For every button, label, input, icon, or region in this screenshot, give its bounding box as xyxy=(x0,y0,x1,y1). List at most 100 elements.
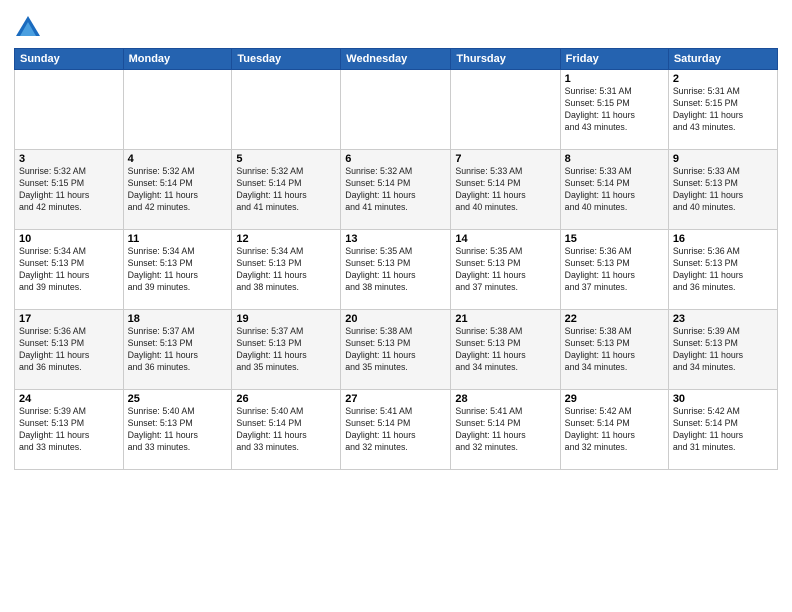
day-number: 24 xyxy=(19,393,119,405)
calendar-cell: 29Sunrise: 5:42 AM Sunset: 5:14 PM Dayli… xyxy=(560,390,668,470)
day-number: 20 xyxy=(345,313,446,325)
day-info: Sunrise: 5:31 AM Sunset: 5:15 PM Dayligh… xyxy=(565,86,664,134)
day-number: 11 xyxy=(128,233,228,245)
calendar-cell: 30Sunrise: 5:42 AM Sunset: 5:14 PM Dayli… xyxy=(668,390,777,470)
calendar-cell: 16Sunrise: 5:36 AM Sunset: 5:13 PM Dayli… xyxy=(668,230,777,310)
day-number: 8 xyxy=(565,153,664,165)
calendar-cell: 21Sunrise: 5:38 AM Sunset: 5:13 PM Dayli… xyxy=(451,310,560,390)
calendar-cell: 20Sunrise: 5:38 AM Sunset: 5:13 PM Dayli… xyxy=(341,310,451,390)
calendar-cell: 25Sunrise: 5:40 AM Sunset: 5:13 PM Dayli… xyxy=(123,390,232,470)
weekday-header-friday: Friday xyxy=(560,49,668,70)
logo xyxy=(14,14,46,42)
calendar-cell: 17Sunrise: 5:36 AM Sunset: 5:13 PM Dayli… xyxy=(15,310,124,390)
page: SundayMondayTuesdayWednesdayThursdayFrid… xyxy=(0,0,792,612)
calendar-cell: 7Sunrise: 5:33 AM Sunset: 5:14 PM Daylig… xyxy=(451,150,560,230)
day-info: Sunrise: 5:36 AM Sunset: 5:13 PM Dayligh… xyxy=(19,326,119,374)
calendar-cell: 9Sunrise: 5:33 AM Sunset: 5:13 PM Daylig… xyxy=(668,150,777,230)
day-info: Sunrise: 5:38 AM Sunset: 5:13 PM Dayligh… xyxy=(345,326,446,374)
calendar-week-5: 24Sunrise: 5:39 AM Sunset: 5:13 PM Dayli… xyxy=(15,390,778,470)
day-number: 30 xyxy=(673,393,773,405)
calendar-cell: 13Sunrise: 5:35 AM Sunset: 5:13 PM Dayli… xyxy=(341,230,451,310)
day-number: 18 xyxy=(128,313,228,325)
day-info: Sunrise: 5:38 AM Sunset: 5:13 PM Dayligh… xyxy=(565,326,664,374)
weekday-header-thursday: Thursday xyxy=(451,49,560,70)
calendar-cell: 8Sunrise: 5:33 AM Sunset: 5:14 PM Daylig… xyxy=(560,150,668,230)
day-info: Sunrise: 5:41 AM Sunset: 5:14 PM Dayligh… xyxy=(345,406,446,454)
day-number: 14 xyxy=(455,233,555,245)
calendar-cell: 18Sunrise: 5:37 AM Sunset: 5:13 PM Dayli… xyxy=(123,310,232,390)
day-info: Sunrise: 5:34 AM Sunset: 5:13 PM Dayligh… xyxy=(128,246,228,294)
day-number: 4 xyxy=(128,153,228,165)
day-number: 26 xyxy=(236,393,336,405)
day-info: Sunrise: 5:32 AM Sunset: 5:14 PM Dayligh… xyxy=(128,166,228,214)
calendar-cell: 5Sunrise: 5:32 AM Sunset: 5:14 PM Daylig… xyxy=(232,150,341,230)
calendar-cell xyxy=(123,70,232,150)
day-info: Sunrise: 5:39 AM Sunset: 5:13 PM Dayligh… xyxy=(19,406,119,454)
day-info: Sunrise: 5:33 AM Sunset: 5:14 PM Dayligh… xyxy=(455,166,555,214)
day-number: 22 xyxy=(565,313,664,325)
calendar-cell: 4Sunrise: 5:32 AM Sunset: 5:14 PM Daylig… xyxy=(123,150,232,230)
calendar-cell xyxy=(232,70,341,150)
day-info: Sunrise: 5:41 AM Sunset: 5:14 PM Dayligh… xyxy=(455,406,555,454)
day-number: 10 xyxy=(19,233,119,245)
day-info: Sunrise: 5:37 AM Sunset: 5:13 PM Dayligh… xyxy=(128,326,228,374)
day-number: 25 xyxy=(128,393,228,405)
day-number: 13 xyxy=(345,233,446,245)
calendar-cell: 22Sunrise: 5:38 AM Sunset: 5:13 PM Dayli… xyxy=(560,310,668,390)
calendar-cell: 14Sunrise: 5:35 AM Sunset: 5:13 PM Dayli… xyxy=(451,230,560,310)
day-info: Sunrise: 5:32 AM Sunset: 5:14 PM Dayligh… xyxy=(345,166,446,214)
weekday-header-monday: Monday xyxy=(123,49,232,70)
day-number: 27 xyxy=(345,393,446,405)
calendar-cell: 26Sunrise: 5:40 AM Sunset: 5:14 PM Dayli… xyxy=(232,390,341,470)
day-info: Sunrise: 5:33 AM Sunset: 5:14 PM Dayligh… xyxy=(565,166,664,214)
calendar-week-1: 1Sunrise: 5:31 AM Sunset: 5:15 PM Daylig… xyxy=(15,70,778,150)
day-info: Sunrise: 5:32 AM Sunset: 5:14 PM Dayligh… xyxy=(236,166,336,214)
day-number: 5 xyxy=(236,153,336,165)
day-info: Sunrise: 5:36 AM Sunset: 5:13 PM Dayligh… xyxy=(673,246,773,294)
day-info: Sunrise: 5:42 AM Sunset: 5:14 PM Dayligh… xyxy=(673,406,773,454)
weekday-header-saturday: Saturday xyxy=(668,49,777,70)
day-number: 17 xyxy=(19,313,119,325)
calendar-cell xyxy=(451,70,560,150)
day-info: Sunrise: 5:34 AM Sunset: 5:13 PM Dayligh… xyxy=(236,246,336,294)
day-number: 9 xyxy=(673,153,773,165)
day-info: Sunrise: 5:34 AM Sunset: 5:13 PM Dayligh… xyxy=(19,246,119,294)
day-number: 19 xyxy=(236,313,336,325)
day-info: Sunrise: 5:37 AM Sunset: 5:13 PM Dayligh… xyxy=(236,326,336,374)
day-info: Sunrise: 5:40 AM Sunset: 5:14 PM Dayligh… xyxy=(236,406,336,454)
day-number: 2 xyxy=(673,73,773,85)
day-info: Sunrise: 5:36 AM Sunset: 5:13 PM Dayligh… xyxy=(565,246,664,294)
calendar-table: SundayMondayTuesdayWednesdayThursdayFrid… xyxy=(14,48,778,470)
day-number: 12 xyxy=(236,233,336,245)
weekday-header-sunday: Sunday xyxy=(15,49,124,70)
header xyxy=(14,10,778,42)
calendar-header-row: SundayMondayTuesdayWednesdayThursdayFrid… xyxy=(15,49,778,70)
calendar-cell: 23Sunrise: 5:39 AM Sunset: 5:13 PM Dayli… xyxy=(668,310,777,390)
day-info: Sunrise: 5:38 AM Sunset: 5:13 PM Dayligh… xyxy=(455,326,555,374)
day-info: Sunrise: 5:39 AM Sunset: 5:13 PM Dayligh… xyxy=(673,326,773,374)
calendar-cell: 12Sunrise: 5:34 AM Sunset: 5:13 PM Dayli… xyxy=(232,230,341,310)
calendar-week-4: 17Sunrise: 5:36 AM Sunset: 5:13 PM Dayli… xyxy=(15,310,778,390)
calendar-cell: 24Sunrise: 5:39 AM Sunset: 5:13 PM Dayli… xyxy=(15,390,124,470)
calendar-week-3: 10Sunrise: 5:34 AM Sunset: 5:13 PM Dayli… xyxy=(15,230,778,310)
day-info: Sunrise: 5:31 AM Sunset: 5:15 PM Dayligh… xyxy=(673,86,773,134)
day-number: 7 xyxy=(455,153,555,165)
day-info: Sunrise: 5:33 AM Sunset: 5:13 PM Dayligh… xyxy=(673,166,773,214)
day-info: Sunrise: 5:42 AM Sunset: 5:14 PM Dayligh… xyxy=(565,406,664,454)
weekday-header-wednesday: Wednesday xyxy=(341,49,451,70)
day-number: 3 xyxy=(19,153,119,165)
calendar-cell: 27Sunrise: 5:41 AM Sunset: 5:14 PM Dayli… xyxy=(341,390,451,470)
calendar-cell xyxy=(341,70,451,150)
calendar-cell: 3Sunrise: 5:32 AM Sunset: 5:15 PM Daylig… xyxy=(15,150,124,230)
weekday-header-tuesday: Tuesday xyxy=(232,49,341,70)
day-number: 6 xyxy=(345,153,446,165)
day-info: Sunrise: 5:35 AM Sunset: 5:13 PM Dayligh… xyxy=(455,246,555,294)
day-number: 15 xyxy=(565,233,664,245)
logo-icon xyxy=(14,14,42,42)
calendar-cell: 28Sunrise: 5:41 AM Sunset: 5:14 PM Dayli… xyxy=(451,390,560,470)
calendar-cell: 1Sunrise: 5:31 AM Sunset: 5:15 PM Daylig… xyxy=(560,70,668,150)
calendar-cell: 10Sunrise: 5:34 AM Sunset: 5:13 PM Dayli… xyxy=(15,230,124,310)
day-info: Sunrise: 5:32 AM Sunset: 5:15 PM Dayligh… xyxy=(19,166,119,214)
calendar-cell: 19Sunrise: 5:37 AM Sunset: 5:13 PM Dayli… xyxy=(232,310,341,390)
calendar-week-2: 3Sunrise: 5:32 AM Sunset: 5:15 PM Daylig… xyxy=(15,150,778,230)
